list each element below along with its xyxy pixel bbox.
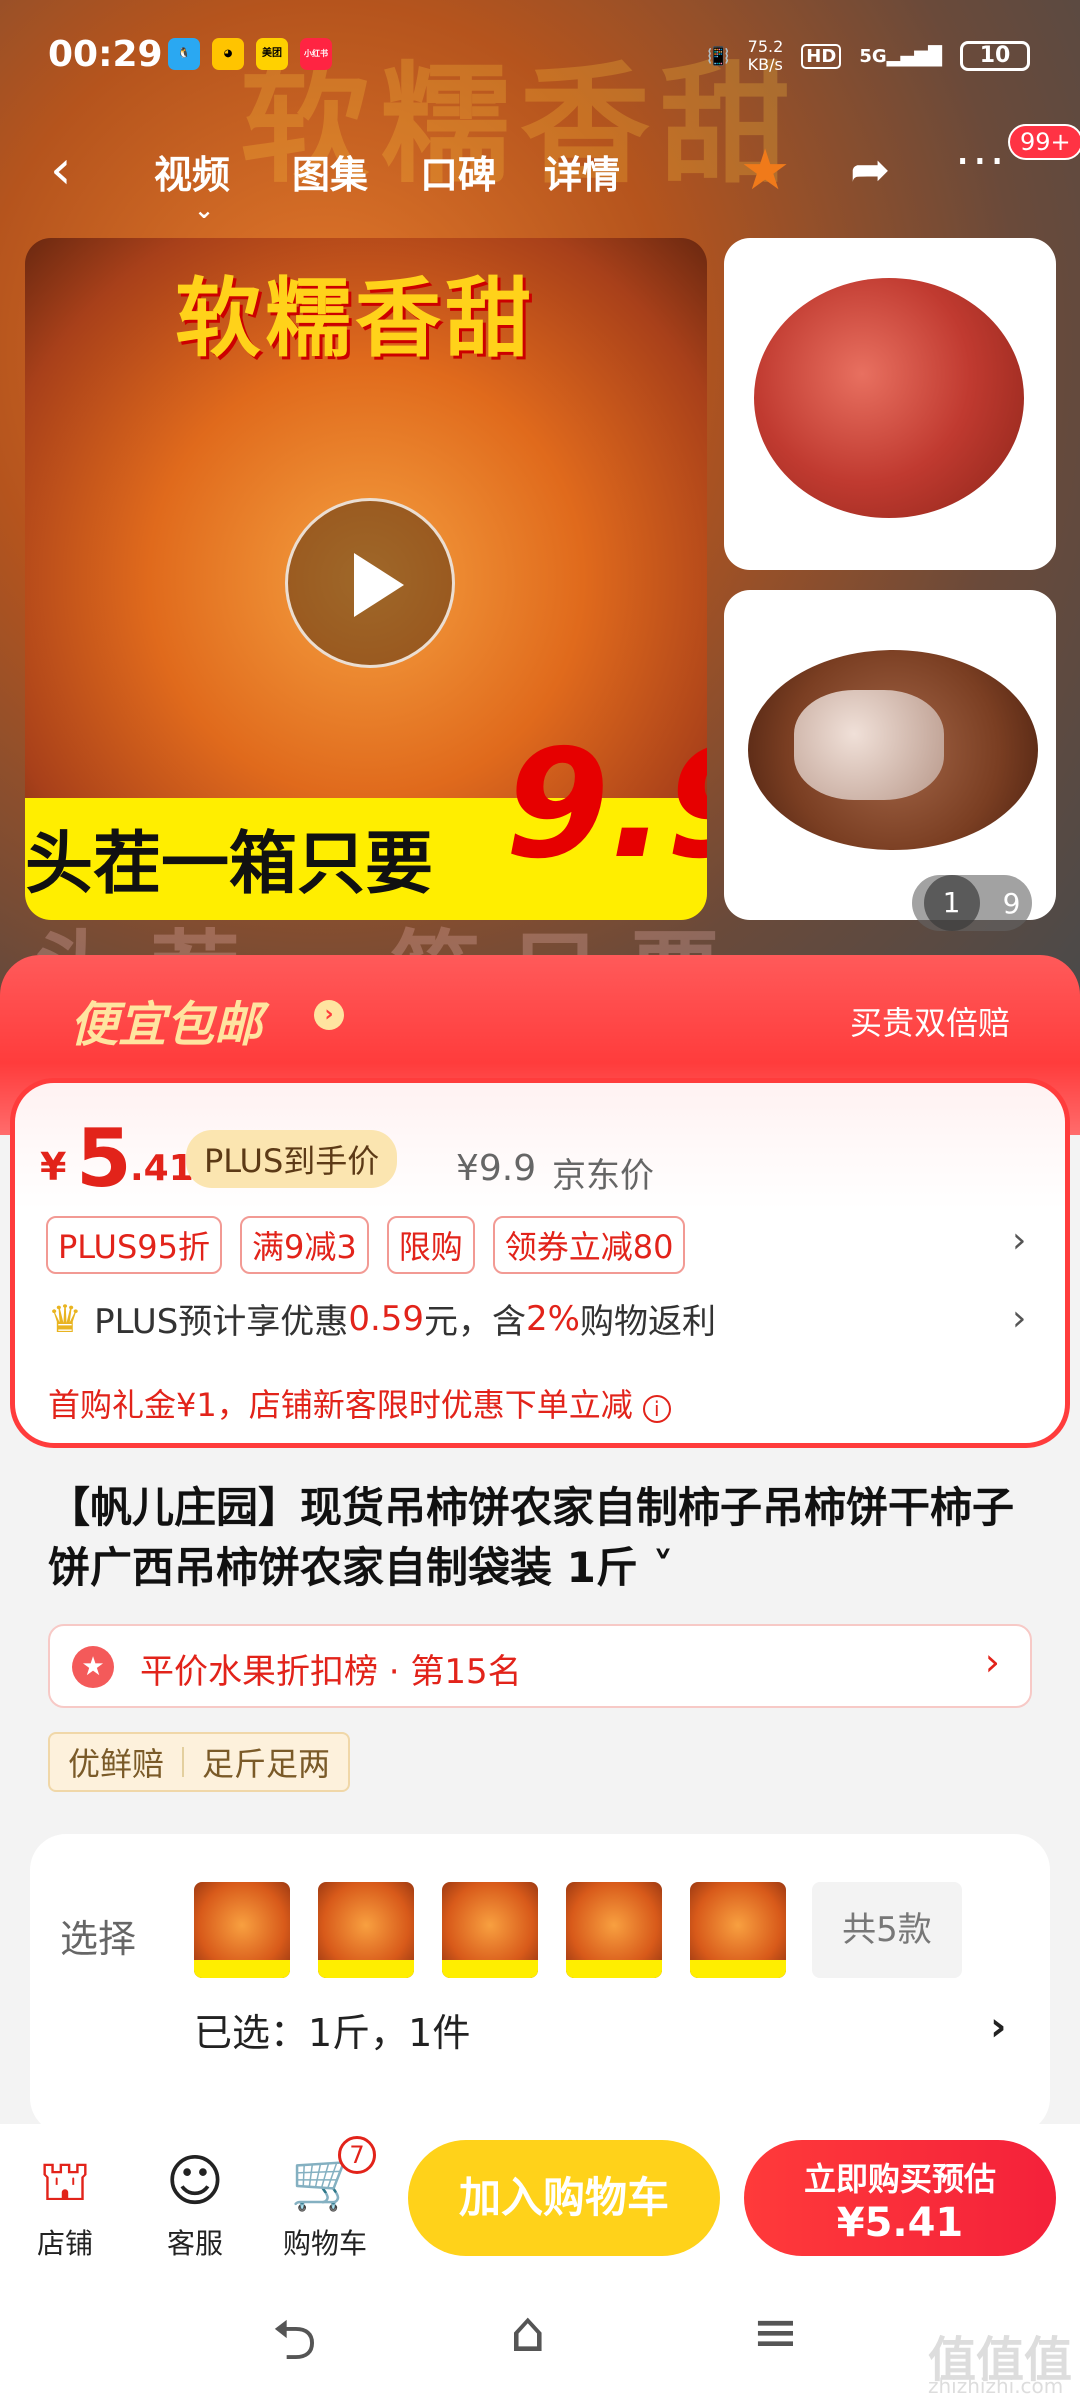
tab-details[interactable]: 详情 (544, 144, 620, 199)
xiaohongshu-icon: 小红书 (300, 38, 332, 70)
coupon-chevron-icon[interactable]: › (1012, 1220, 1026, 1261)
sku-thumb[interactable] (442, 1882, 538, 1978)
plus-line-pct: 2% (526, 1298, 580, 1339)
rank-text: 平价水果折扣榜 · 第15名 (140, 1652, 522, 1692)
plus-price-tag: PLUS到手价 (186, 1130, 398, 1188)
crown-icon: ♛ (48, 1296, 83, 1341)
sku-thumb[interactable] (566, 1882, 662, 1978)
medal-icon: ★ (72, 1646, 114, 1688)
plus-line-amount: 0.59 (348, 1298, 425, 1339)
plate-fruit-image (794, 690, 944, 800)
gallery-counter: 1 9 (912, 875, 1032, 931)
product-title[interactable]: 【帆儿庄园】现货吊柿饼农家自制柿子吊柿饼干柿子饼广西吊柿饼农家自制袋装 1斤 ˅ (48, 1478, 1038, 1598)
media-title-text: 软糯香甜 (175, 269, 535, 369)
first-purchase-gift[interactable]: 首购礼金¥1，店铺新客限时优惠下单立减 i (48, 1380, 671, 1426)
signal-label: 5G (859, 45, 887, 67)
more-icon[interactable]: ··· (955, 134, 1007, 190)
gallery-counter-current: 1 (923, 875, 980, 931)
meituan-icon: 美团 (256, 38, 288, 70)
plus-benefit-line[interactable]: ♛ PLUS预计享优惠 0.59 元，含 2% 购物返利 (48, 1294, 716, 1343)
add-to-cart-button[interactable]: 加入购物车 (408, 2140, 720, 2256)
favorite-star-icon[interactable]: ★ (740, 138, 790, 203)
coupon-tag[interactable]: PLUS95折 (46, 1216, 222, 1274)
net-speed: 75.2 KB/s (747, 37, 784, 74)
buy-now-price: ¥5.41 (836, 2200, 964, 2246)
coupon-tag[interactable]: 限购 (386, 1216, 475, 1274)
smiley-icon: ☺ (165, 2149, 225, 2214)
sku-count[interactable]: 共5款 (812, 1882, 962, 1978)
message-badge: 99+ (1008, 124, 1080, 160)
price-guarantee-label[interactable]: 买贵双倍赔 (850, 998, 1010, 1044)
media-slogan-text: 头茬一箱只要 (25, 825, 434, 904)
watermark-url: zhizhizhi.com (928, 2374, 1064, 2398)
customer-service-button[interactable]: ☺ 客服 (140, 2150, 250, 2262)
select-label: 选择 (60, 1917, 137, 1961)
coupon-tag[interactable]: 领券立减80 (492, 1216, 686, 1274)
select-card[interactable] (30, 1834, 1050, 2134)
service-tag: 足斤足两 (202, 1745, 331, 1783)
plus-line-post: 购物返利 (579, 1302, 716, 1342)
plus-line-pre: PLUS预计享优惠 (94, 1302, 349, 1342)
shop-icon: ⛫ (39, 2149, 91, 2214)
rank-banner[interactable]: ★ 平价水果折扣榜 · 第15名 › (48, 1624, 1032, 1708)
share-icon[interactable]: ➦ (850, 142, 890, 198)
info-icon[interactable]: i (642, 1395, 671, 1423)
original-price-label: 京东价 (552, 1156, 654, 1196)
promo-arrow-icon[interactable]: › (314, 1000, 344, 1030)
gallery-thumb-2[interactable] (724, 590, 1056, 920)
system-home-icon[interactable]: ⌂ (510, 2300, 546, 2365)
tab-reviews[interactable]: 口碑 (420, 144, 496, 199)
plus-line-mid: 元，含 (424, 1302, 527, 1342)
sku-thumb[interactable] (318, 1882, 414, 1978)
system-menu-icon[interactable]: ≡ (752, 2300, 799, 2365)
service-tag: 优鲜赔 (68, 1745, 165, 1783)
sku-thumb[interactable] (690, 1882, 786, 1978)
cart-label: 购物车 (282, 2227, 367, 2260)
status-bar: 00:29 🐧 ◕ 美团 小红书 📳 75.2 KB/s HD 5G▂▄▆█ 1… (0, 0, 1080, 110)
persimmon-pile-image (754, 278, 1024, 518)
tab-video-label: 视频 (154, 153, 231, 197)
system-back-icon[interactable]: ⮌ (272, 2300, 317, 2395)
vibrate-icon: 📳 (707, 45, 730, 67)
qq-icon: 🐧 (168, 38, 200, 70)
shop-button[interactable]: ⛫ 店铺 (10, 2150, 120, 2262)
selected-variant[interactable]: 已选：1斤，1件 (194, 2002, 470, 2057)
gallery-counter-total: 9 (1002, 886, 1021, 920)
cart-badge: 7 (338, 2136, 376, 2174)
coupon-row[interactable]: PLUS95折 满9减3 限购 领券立减80 (46, 1216, 686, 1274)
service-label: 客服 (166, 2227, 223, 2260)
app-icon: ◕ (212, 38, 244, 70)
plus-chevron-icon[interactable]: › (1012, 1298, 1026, 1339)
price-decimal: .41 (130, 1148, 194, 1189)
status-time: 00:29 (48, 34, 163, 75)
service-tags[interactable]: 优鲜赔 足斤足两 (48, 1732, 351, 1792)
tab-gallery[interactable]: 图集 (292, 144, 368, 199)
top-nav: ‹ 视频 ⌄ 图集 口碑 详情 ★ ➦ ··· 99+ (0, 124, 1080, 224)
signal-icon: 5G▂▄▆█ (859, 45, 942, 67)
select-chevron-icon[interactable]: › (990, 2004, 1006, 2050)
back-icon[interactable]: ‹ (50, 138, 72, 201)
coupon-tag[interactable]: 满9减3 (240, 1216, 369, 1274)
rank-chevron-icon: › (984, 1640, 1000, 1684)
status-right: 📳 75.2 KB/s HD 5G▂▄▆█ 10 (707, 38, 1030, 74)
buy-now-button[interactable]: 立即购买预估 ¥5.41 (744, 2140, 1056, 2256)
play-icon[interactable] (285, 498, 455, 668)
battery-icon: 10 (960, 41, 1030, 71)
shop-label: 店铺 (36, 2227, 93, 2260)
media-price-text: 9.9 (505, 718, 707, 892)
original-price: ¥9.9 (456, 1148, 537, 1189)
main-video-preview[interactable]: 软糯香甜 头茬一箱只要 9.9 (25, 238, 707, 920)
sku-thumb[interactable] (194, 1882, 290, 1978)
hd-icon: HD (801, 43, 842, 69)
tab-active-indicator: ⌄ (194, 196, 215, 224)
gallery-thumb-1[interactable] (724, 238, 1056, 570)
price-yen: ¥ (40, 1145, 67, 1189)
price-integer: 5 (76, 1112, 132, 1205)
tab-video[interactable]: 视频 ⌄ (154, 144, 231, 224)
gift-line-text: 首购礼金¥1，店铺新客限时优惠下单立减 (48, 1386, 633, 1424)
buy-now-label: 立即购买预估 (803, 2160, 996, 2198)
promo-title[interactable]: 便宜包邮 (70, 985, 262, 1055)
